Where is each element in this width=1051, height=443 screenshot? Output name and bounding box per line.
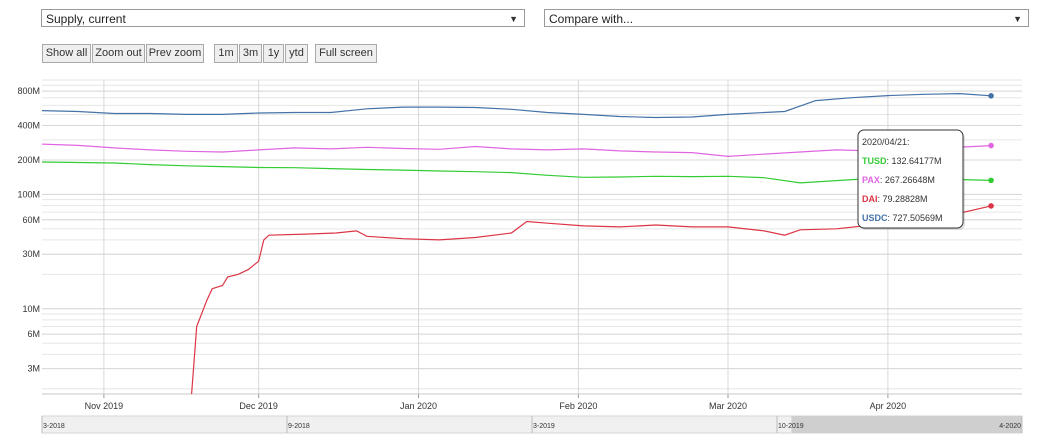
series-line-pax [41, 143, 992, 158]
x-axis: Nov 2019 Dec 2019 Jan 2020 Feb 2020 Mar 2020… [42, 393, 1022, 411]
range-1y-button[interactable]: 1y [263, 44, 284, 63]
x-tick-label: Apr 2020 [870, 401, 907, 411]
tooltip-series-value: : 727.50569M [888, 213, 943, 223]
y-tick-label: 10M [22, 304, 40, 314]
tooltip-series-name: TUSD [862, 156, 887, 166]
chart-grid [42, 79, 1022, 394]
full-screen-button[interactable]: Full screen [315, 44, 377, 63]
zoom-out-button[interactable]: Zoom out [92, 44, 145, 63]
navigator-label: 3-2019 [533, 423, 555, 430]
tooltip-row: TUSD: 132.64177M [862, 156, 942, 166]
show-all-button[interactable]: Show all [42, 44, 91, 63]
tooltip-series-value: : 267.26648M [880, 175, 935, 185]
y-tick-label: 3M [27, 364, 40, 374]
series-marker-pax [988, 142, 994, 149]
navigator-label: 4-2020 [999, 423, 1021, 430]
tooltip-row: PAX: 267.26648M [862, 175, 935, 185]
chevron-down-icon: ▼ [509, 14, 518, 24]
navigator-label: 3-2018 [43, 423, 65, 430]
y-tick-label: 400M [17, 121, 40, 131]
x-tick-label: Nov 2019 [85, 401, 124, 411]
series-line-tusd [41, 161, 992, 184]
tooltip-row: DAI: 79.28828M [862, 194, 928, 204]
range-3m-button[interactable]: 3m [239, 44, 262, 63]
y-axis: 3M 6M 10M 30M 60M 100M 200M 400M 800M [17, 86, 40, 374]
range-ytd-button[interactable]: ytd [285, 44, 308, 63]
series-line-dai [191, 205, 992, 395]
series-marker-tusd [988, 177, 994, 184]
tooltip-series-value: : 79.28828M [878, 194, 928, 204]
series-marker-usdc [988, 93, 994, 99]
tooltip-series-value: : 132.64177M [887, 156, 942, 166]
supply-chart[interactable]: 3M 6M 10M 30M 60M 100M 200M 400M 800M Nov 2019 De… [0, 0, 1051, 443]
tooltip-row: USDC: 727.50569M [862, 213, 943, 223]
navigator-label: 9-2018 [288, 423, 310, 430]
x-tick-label: Dec 2019 [239, 401, 278, 411]
chevron-down-icon: ▼ [1013, 14, 1022, 24]
prev-zoom-button[interactable]: Prev zoom [146, 44, 204, 63]
metric-select-value: Supply, current [46, 12, 126, 26]
compare-select-value: Compare with... [549, 12, 634, 26]
tooltip-series-name: PAX [862, 175, 880, 185]
x-tick-label: Mar 2020 [709, 401, 747, 411]
y-tick-label: 200M [17, 155, 40, 165]
plot-area[interactable] [41, 92, 994, 395]
tooltip: 2020/04/21: TUSD: 132.64177M PAX: 267.2664… [857, 129, 965, 230]
series-marker-dai [988, 203, 994, 209]
x-tick-label: Feb 2020 [559, 401, 597, 411]
compare-select[interactable]: Compare with... ▼ [544, 9, 1029, 27]
x-tick-label: Jan 2020 [400, 401, 437, 411]
metric-select[interactable]: Supply, current ▼ [41, 9, 525, 27]
y-tick-label: 60M [22, 215, 40, 225]
range-1m-button[interactable]: 1m [214, 44, 238, 63]
y-tick-label: 6M [27, 329, 40, 339]
tooltip-date: 2020/04/21: [862, 137, 910, 147]
y-tick-label: 800M [17, 86, 40, 96]
navigator-label: 10-2019 [778, 423, 804, 430]
y-tick-label: 30M [22, 249, 40, 259]
navigator-selection [791, 416, 1022, 433]
tooltip-series-name: DAI [862, 194, 878, 204]
tooltip-series-name: USDC [862, 213, 888, 223]
navigator[interactable]: 3-2018 9-2018 3-2019 10-2019 4-2020 [41, 415, 1023, 434]
y-tick-label: 100M [17, 189, 40, 199]
